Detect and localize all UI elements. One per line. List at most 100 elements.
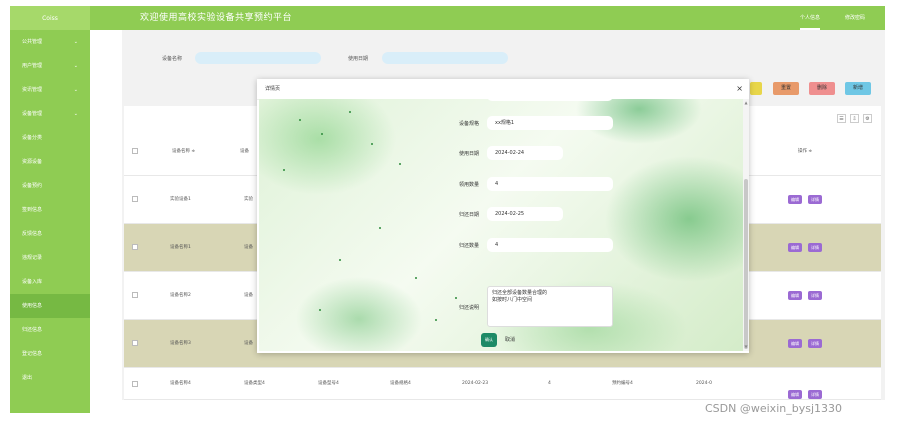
return-quantity-field[interactable]: 4 <box>487 238 613 252</box>
edit-button[interactable]: 编辑 <box>788 291 802 300</box>
table-row: 设备名称4 设备类型4 设备型号4 设备规格4 2024-02-23 4 预约编… <box>124 368 881 400</box>
decoration-dot <box>319 309 321 311</box>
reservation-no-cell: 预约编号4 <box>612 381 633 386</box>
edit-button[interactable]: 编辑 <box>788 195 802 204</box>
field-label: 设备规格 <box>458 121 479 127</box>
field-label: 领用数量 <box>458 182 479 188</box>
sidebar-item-reservation[interactable]: 设备预约 <box>10 174 90 198</box>
sidebar-item-return[interactable]: 归还信息 <box>10 318 90 342</box>
sidebar-item-label: 归还信息 <box>22 327 43 333</box>
sidebar-item-label: 公共管理 <box>22 39 43 45</box>
use-date-cell: 2024-02-23 <box>462 381 489 386</box>
detail-button[interactable]: 详情 <box>808 390 822 399</box>
sidebar-item-label: 设备分类 <box>22 135 43 141</box>
device-spec-cell: 设备规格4 <box>390 381 411 386</box>
sidebar-item-users[interactable]: 用户管理 ⌄ <box>10 54 90 78</box>
sidebar-item-logout[interactable]: 退出 <box>10 366 90 390</box>
row-checkbox[interactable] <box>132 244 138 250</box>
modal-body: 设备规格 xx规格1 使用日期 2024-02-24 领用数量 4 归还日期 2… <box>259 99 743 351</box>
use-date-field[interactable]: 2024-02-24 <box>487 146 563 160</box>
return-remark-textarea[interactable]: 归还全部设备数量合理的 如按时八门中空间 <box>487 286 613 327</box>
reset-button[interactable]: 重置 <box>773 82 799 95</box>
device-spec-field[interactable]: xx规格1 <box>487 116 613 130</box>
settings-icon[interactable]: ⚙ <box>863 114 872 123</box>
chevron-down-icon: ⌄ <box>73 63 78 69</box>
sidebar-item-resource-device[interactable]: 资源设备 <box>10 150 90 174</box>
sidebar-item-devices[interactable]: 设备管理 ⌄ <box>10 102 90 126</box>
select-all-checkbox[interactable] <box>132 148 138 154</box>
decoration-dot <box>435 319 437 321</box>
sidebar-item-device-category[interactable]: 设备分类 <box>10 126 90 150</box>
decoration-dot <box>283 169 285 171</box>
sidebar-menu: 公共管理 ⌄ 用户管理 ⌄ 资讯管理 ⌄ 设备管理 ⌄ 设备分类 资源设备 设备预约 签… <box>10 30 90 413</box>
close-icon[interactable]: × <box>736 79 743 99</box>
device-name-cell: 设备名称4 <box>170 381 191 386</box>
decoration-dot <box>321 133 323 135</box>
device-name-input[interactable] <box>195 52 321 64</box>
device-model-cell: 设备型号4 <box>318 381 339 386</box>
row-checkbox[interactable] <box>132 196 138 202</box>
use-date-label: 使用日期 <box>348 56 369 62</box>
sidebar-item-stock-in[interactable]: 设备入库 <box>10 270 90 294</box>
top-header-bar: Coiss 欢迎使用高校实验设备共享预约平台 个人信息 修改密码 <box>10 6 885 30</box>
edit-button[interactable]: 编辑 <box>788 243 802 252</box>
decoration-dot <box>399 163 401 165</box>
confirm-button[interactable]: 确认 <box>481 333 497 347</box>
field-label: 归还说明 <box>458 305 479 311</box>
delete-button[interactable]: 删除 <box>809 82 835 95</box>
scroll-down-icon[interactable]: ▼ <box>743 344 749 349</box>
edit-button[interactable]: 编辑 <box>788 339 802 348</box>
sidebar-item-news[interactable]: 资讯管理 ⌄ <box>10 78 90 102</box>
device-type-cell: 设备类型4 <box>244 381 265 386</box>
modal-title: 详情页 <box>265 86 281 92</box>
previous-field-input[interactable] <box>487 99 613 101</box>
detail-button[interactable]: 详情 <box>808 339 822 348</box>
borrow-quantity-field[interactable]: 4 <box>487 177 613 191</box>
sidebar-item-usage[interactable]: 使用信息 <box>10 294 90 318</box>
sidebar-item-label: 使用信息 <box>22 303 43 309</box>
search-button[interactable] <box>750 82 762 95</box>
device-cell: 设备 <box>244 245 253 250</box>
column-toggle-icon[interactable]: ☰ <box>837 114 846 123</box>
brand-logo[interactable]: Coiss <box>10 6 90 30</box>
row-checkbox[interactable] <box>132 292 138 298</box>
sidebar-item-label: 设备入库 <box>22 279 43 285</box>
sidebar-item-label: 签到信息 <box>22 207 43 213</box>
row-checkbox[interactable] <box>132 381 138 387</box>
change-password-link[interactable]: 修改密码 <box>845 6 865 30</box>
detail-button[interactable]: 详情 <box>808 291 822 300</box>
sidebar-item-violations[interactable]: 违规记录 <box>10 246 90 270</box>
decoration-dot <box>371 143 373 145</box>
sidebar-item-label: 登记信息 <box>22 351 43 357</box>
profile-link[interactable]: 个人信息 <box>800 6 821 30</box>
sidebar-item-checkin[interactable]: 签到信息 <box>10 198 90 222</box>
sidebar-item-feedback[interactable]: 反馈信息 <box>10 222 90 246</box>
device-cell: 设备 <box>244 293 253 298</box>
sidebar-item-label: 资源设备 <box>22 159 43 165</box>
header-device-name[interactable]: 设备名称 ≑ <box>172 128 195 176</box>
return-date-field[interactable]: 2024-02-25 <box>487 207 563 221</box>
cancel-button[interactable]: 取消 <box>505 333 515 347</box>
scroll-up-icon[interactable]: ▲ <box>743 100 749 105</box>
detail-button[interactable]: 详情 <box>808 195 822 204</box>
sidebar-item-label: 反馈信息 <box>22 231 43 237</box>
modal-scrollbar-thumb[interactable] <box>744 179 748 349</box>
use-date-input[interactable] <box>382 52 508 64</box>
return-date-cell: 2024-0 <box>696 381 712 386</box>
modal-header: 详情页 × <box>257 79 749 100</box>
row-checkbox[interactable] <box>132 340 138 346</box>
sidebar-item-registration[interactable]: 登记信息 <box>10 342 90 366</box>
header-device: 设备 <box>240 149 249 154</box>
edit-button[interactable]: 编辑 <box>788 390 802 399</box>
device-name-cell: 设备名称1 <box>170 245 191 250</box>
add-button[interactable]: 新增 <box>845 82 871 95</box>
chevron-down-icon: ⌄ <box>73 87 78 93</box>
device-name-cell: 设备名称3 <box>170 341 191 346</box>
detail-modal: 详情页 × 设备规格 xx规格1 使用日期 2024-02-24 领用数量 4 … <box>257 79 749 353</box>
export-icon[interactable]: ⇩ <box>850 114 859 123</box>
detail-button[interactable]: 详情 <box>808 243 822 252</box>
site-title: 欢迎使用高校实验设备共享预约平台 <box>140 13 293 23</box>
header-actions: 操作 ≑ <box>798 149 813 154</box>
watermark-text: CSDN @weixin_bysj1330 <box>705 402 842 415</box>
sidebar-item-public[interactable]: 公共管理 ⌄ <box>10 30 90 54</box>
